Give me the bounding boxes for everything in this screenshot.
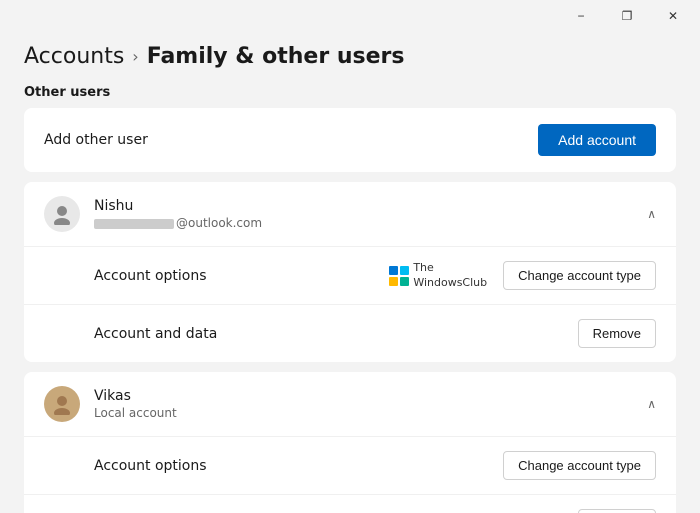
user-sub-vikas: Local account	[94, 406, 177, 420]
account-options-right-nishu: TheWindowsClub Change account type	[389, 261, 656, 290]
title-bar: − ❐ ✕	[0, 0, 700, 32]
main-content: Accounts › Family & other users Other us…	[0, 32, 700, 513]
user-name-vikas: Vikas	[94, 388, 177, 404]
user-card-vikas: Vikas Local account ∧ Account options Ch…	[24, 372, 676, 513]
avatar-nishu	[44, 196, 80, 232]
account-data-right-vikas: Remove	[578, 509, 656, 513]
account-data-row-nishu: Account and data Remove	[24, 305, 676, 362]
section-label: Other users	[24, 85, 676, 100]
email-blur-nishu	[94, 219, 174, 229]
account-data-row-vikas: Account and data Remove	[24, 495, 676, 513]
user-header-vikas[interactable]: Vikas Local account ∧	[24, 372, 676, 436]
user-info-nishu: Nishu @outlook.com	[94, 198, 262, 230]
avatar-vikas	[44, 386, 80, 422]
user-header-left-vikas: Vikas Local account	[44, 386, 177, 422]
chevron-up-nishu: ∧	[647, 207, 656, 221]
minimize-button[interactable]: −	[558, 0, 604, 32]
account-options-right-vikas: Change account type	[503, 451, 656, 480]
account-options-row-nishu: Account options TheWindowsClub Change ac…	[24, 247, 676, 305]
user-name-nishu: Nishu	[94, 198, 262, 214]
account-data-right-nishu: Remove	[578, 319, 656, 348]
add-user-card: Add other user Add account	[24, 108, 676, 172]
account-options-label-nishu: Account options	[94, 268, 207, 284]
user-email-nishu: @outlook.com	[94, 216, 262, 230]
remove-btn-nishu[interactable]: Remove	[578, 319, 656, 348]
add-user-row: Add other user Add account	[44, 124, 656, 156]
account-options-label-vikas: Account options	[94, 458, 207, 474]
breadcrumb-chevron: ›	[132, 47, 138, 66]
account-options-row-vikas: Account options Change account type	[24, 437, 676, 495]
breadcrumb: Accounts › Family & other users	[24, 44, 676, 69]
windows-club-text: TheWindowsClub	[413, 261, 487, 290]
change-account-type-btn-vikas[interactable]: Change account type	[503, 451, 656, 480]
change-account-type-btn-nishu[interactable]: Change account type	[503, 261, 656, 290]
user-options-vikas: Account options Change account type Acco…	[24, 436, 676, 513]
remove-btn-vikas[interactable]: Remove	[578, 509, 656, 513]
windows-club-badge: TheWindowsClub	[389, 261, 487, 290]
add-account-button[interactable]: Add account	[538, 124, 656, 156]
close-button[interactable]: ✕	[650, 0, 696, 32]
account-data-label-nishu: Account and data	[94, 326, 217, 342]
chevron-up-vikas: ∧	[647, 397, 656, 411]
add-user-label: Add other user	[44, 132, 148, 148]
user-info-vikas: Vikas Local account	[94, 388, 177, 420]
breadcrumb-current: Family & other users	[147, 44, 405, 69]
user-header-left-nishu: Nishu @outlook.com	[44, 196, 262, 232]
user-card-nishu: Nishu @outlook.com ∧ Account options Th	[24, 182, 676, 362]
breadcrumb-parent[interactable]: Accounts	[24, 44, 124, 69]
user-header-nishu[interactable]: Nishu @outlook.com ∧	[24, 182, 676, 246]
user-options-nishu: Account options TheWindowsClub Change ac…	[24, 246, 676, 362]
windows-icon	[389, 266, 409, 286]
maximize-button[interactable]: ❐	[604, 0, 650, 32]
